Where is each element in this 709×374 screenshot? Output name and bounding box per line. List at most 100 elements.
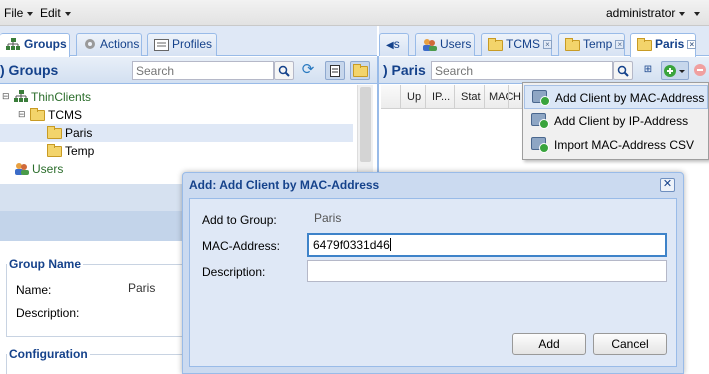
column-separator	[484, 85, 485, 109]
expand-button[interactable]: ⊞	[638, 61, 658, 80]
scrollbar-thumb[interactable]	[360, 87, 371, 162]
left-tabstrip: Groups Actions Profiles	[0, 26, 377, 57]
tree-node-temp[interactable]: Temp	[0, 142, 360, 160]
tree-node-tcms[interactable]: ⊟ TCMS	[0, 106, 360, 124]
profile-icon	[154, 39, 169, 51]
tab-temp-label: Temp	[583, 37, 613, 51]
search-icon	[617, 65, 629, 77]
search-button[interactable]	[613, 61, 633, 80]
group-value: Paris	[314, 211, 342, 225]
edit-menu[interactable]: Edit	[40, 6, 71, 20]
tab-actions[interactable]: Actions	[76, 33, 142, 56]
collapse-icon[interactable]: ⊟	[2, 91, 10, 102]
user-menu[interactable]: administrator	[606, 6, 686, 20]
file-menu-label: File	[4, 6, 24, 20]
remove-icon	[694, 64, 706, 76]
tree-scrollbar[interactable]	[357, 85, 373, 182]
tab-profiles[interactable]: Profiles	[147, 33, 217, 56]
column-separator	[508, 85, 509, 109]
add-icon	[664, 65, 685, 77]
tree-node-label: Temp	[65, 144, 95, 158]
menu-item-add-by-mac[interactable]: Add Client by MAC-Address	[524, 85, 708, 109]
group-label: Add to Group:	[202, 213, 277, 227]
right-tabstrip: ◀s Users TCMS × Temp × Paris ×	[379, 26, 709, 57]
tab-groups-label: Groups	[24, 37, 67, 51]
folder-icon	[30, 108, 45, 121]
cancel-button[interactable]: Cancel	[593, 333, 667, 355]
mac-label: MAC-Address:	[202, 239, 281, 253]
refresh-button[interactable]: ⟳	[298, 61, 318, 80]
column-separator	[400, 85, 401, 109]
tree-node-paris[interactable]: Paris	[0, 124, 353, 142]
text-cursor	[389, 238, 391, 251]
description-label: Description:	[16, 306, 80, 320]
tab-overflow[interactable]: ◀s	[379, 33, 409, 56]
window-menu[interactable]	[690, 6, 700, 20]
tree-node-label: ThinClients	[31, 90, 92, 104]
close-icon[interactable]: ×	[687, 40, 697, 49]
list-view-button[interactable]	[325, 61, 345, 80]
menu-item-import-csv[interactable]: Import MAC-Address CSV	[524, 133, 708, 157]
add-client-dialog: Add: Add Client by MAC-Address ✕ Add to …	[182, 172, 684, 374]
dialog-title: Add: Add Client by MAC-Address	[189, 178, 380, 192]
mac-address-input[interactable]: 6479f0331d46	[307, 233, 667, 257]
menu-item-label: Add Client by IP-Address	[554, 114, 689, 128]
edit-menu-label: Edit	[40, 6, 61, 20]
add-client-icon	[532, 90, 550, 106]
add-client-menu: Add Client by MAC-Address Add Client by …	[522, 82, 709, 160]
column-mac[interactable]: MAC	[489, 91, 513, 103]
chevron-down-icon	[64, 11, 71, 16]
users-icon	[423, 39, 437, 51]
tab-temp[interactable]: Temp ×	[558, 33, 625, 56]
group-name-legend: Group Name	[9, 257, 82, 271]
menu-item-label: Add Client by MAC-Address	[555, 91, 705, 105]
collapse-icon[interactable]: ⊟	[18, 109, 26, 120]
tab-actions-label: Actions	[100, 37, 140, 51]
close-icon: ✕	[662, 178, 673, 190]
column-hostname[interactable]: H	[513, 91, 521, 103]
refresh-icon: ⟳	[301, 61, 315, 78]
close-icon[interactable]: ×	[615, 40, 625, 49]
name-label: Name:	[16, 283, 52, 297]
tab-paris-label: Paris	[655, 37, 685, 51]
paris-panel-header: ) Paris ⊞	[379, 57, 709, 84]
import-icon	[531, 137, 549, 153]
arrow-left-icon: ◀	[386, 40, 394, 51]
tree-node-label: Users	[32, 162, 64, 176]
search-icon	[278, 65, 290, 77]
tree-node-label: TCMS	[48, 108, 82, 122]
file-menu[interactable]: File	[4, 6, 34, 20]
tab-tcms[interactable]: TCMS ×	[481, 33, 552, 56]
groups-search-input[interactable]	[132, 61, 274, 80]
panel-title: ) Groups	[0, 62, 59, 78]
menubar: File Edit administrator	[0, 0, 709, 26]
folder-icon	[352, 64, 368, 77]
tab-groups[interactable]: Groups	[0, 33, 70, 57]
tab-users[interactable]: Users	[415, 33, 475, 56]
folder-view-button[interactable]	[350, 61, 370, 80]
clients-search-input[interactable]	[431, 61, 613, 80]
column-up[interactable]: Up	[407, 91, 421, 103]
add-button[interactable]: Add	[512, 333, 586, 355]
description-input[interactable]	[307, 260, 667, 282]
remove-button[interactable]	[691, 61, 709, 80]
chevron-down-icon	[679, 11, 686, 16]
folder-icon	[488, 38, 503, 51]
gear-icon	[85, 39, 95, 49]
groups-panel-header: ) Groups ⟳	[0, 57, 377, 84]
add-client-icon	[531, 113, 549, 129]
name-value: Paris	[128, 281, 156, 295]
folder-icon	[565, 38, 580, 51]
close-button[interactable]: ✕	[660, 178, 675, 192]
tab-paris[interactable]: Paris ×	[630, 33, 697, 57]
close-icon[interactable]: ×	[543, 40, 552, 49]
search-button[interactable]	[274, 61, 294, 80]
chevron-down-icon	[694, 11, 700, 16]
document-icon	[330, 65, 340, 77]
menu-item-add-by-ip[interactable]: Add Client by IP-Address	[524, 109, 708, 133]
column-ip[interactable]: IP...	[432, 91, 450, 103]
column-status[interactable]: Stat	[461, 91, 481, 103]
group-tree: ⊟ ThinClients ⊟ TCMS Paris Temp Users	[0, 85, 377, 182]
tree-node-thinclients[interactable]: ⊟ ThinClients	[0, 88, 360, 106]
add-button[interactable]	[661, 61, 689, 80]
